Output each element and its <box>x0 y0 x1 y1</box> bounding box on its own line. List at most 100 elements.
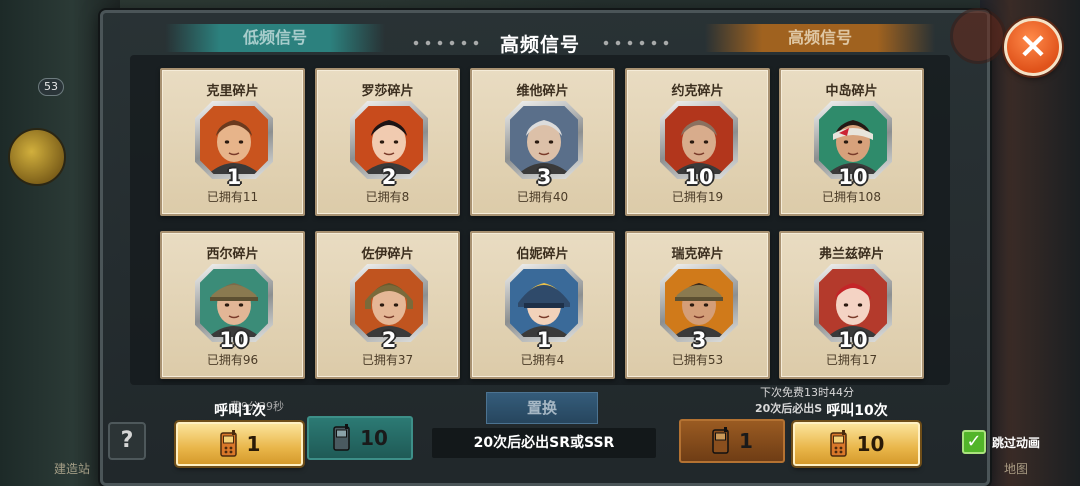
portrait-image <box>200 106 268 174</box>
background-call-once-button: 1 <box>679 419 785 463</box>
fragment-name: 约克碎片 <box>671 84 724 99</box>
fragment-quantity: 1 <box>226 165 242 189</box>
fragment-quantity: 10 <box>838 328 868 352</box>
portrait-art <box>355 269 423 337</box>
dialog-title: 高频信号 <box>499 34 580 56</box>
tab-low-frequency[interactable]: 低频信号 <box>165 24 385 52</box>
portrait-art <box>665 106 733 174</box>
coin-icon <box>8 128 66 186</box>
fragment-name: 佐伊碎片 <box>361 247 414 262</box>
portrait-art <box>200 269 268 337</box>
owned-count: 已拥有96 <box>206 353 259 367</box>
character-portrait: 10 <box>814 264 892 352</box>
call-once-cost: 1 <box>246 432 261 456</box>
character-portrait: 1 <box>505 264 583 352</box>
portrait-image <box>510 269 578 337</box>
fragment-card[interactable]: 西尔碎片 10 已拥有96 <box>160 231 305 379</box>
swap-button[interactable]: 置换 <box>486 392 598 424</box>
call-ten-label: 呼叫10次 <box>826 403 888 419</box>
free-timer: 下次免费13时44分 <box>760 386 854 399</box>
checkmark-icon[interactable]: ✓ <box>962 430 986 454</box>
fragment-card[interactable]: 佐伊碎片 2 已拥有37 <box>315 231 460 379</box>
background-call-once-cost: 1 <box>739 429 753 453</box>
fragment-card[interactable]: 约克碎片 10 已拥有19 <box>625 68 770 216</box>
title-dots-right <box>600 38 670 48</box>
fragment-quantity: 10 <box>684 165 714 189</box>
owned-count: 已拥有4 <box>520 353 565 367</box>
owned-count: 已拥有19 <box>671 190 724 204</box>
fragment-card[interactable]: 罗莎碎片 2 已拥有8 <box>315 68 460 216</box>
radio-phone-icon <box>712 427 729 454</box>
fragment-quantity: 1 <box>536 328 552 352</box>
fragment-quantity: 3 <box>691 328 707 352</box>
owned-count: 已拥有53 <box>671 353 724 367</box>
fragment-name: 中岛碎片 <box>825 84 878 99</box>
portrait-art <box>819 269 887 337</box>
portrait-art <box>510 106 578 174</box>
portrait-art <box>510 269 578 337</box>
background-call-ten-cost: 10 <box>360 426 388 450</box>
fragment-name: 瑞克碎片 <box>671 247 724 262</box>
fragment-card[interactable]: 维他碎片 3 已拥有40 <box>470 68 615 216</box>
character-portrait: 10 <box>814 101 892 189</box>
radio-phone-icon <box>829 430 847 457</box>
fragment-name: 西尔碎片 <box>206 247 259 262</box>
character-portrait: 10 <box>660 101 738 189</box>
reward-cards-grid: 克里碎片 1 已拥有11 罗莎碎片 2 已拥有8 维他碎片 3 已拥有40 约克碎片 10 已拥有19… <box>160 68 924 380</box>
radio-phone-icon <box>219 430 237 457</box>
fragment-quantity: 2 <box>381 165 397 189</box>
help-button[interactable]: ? <box>108 422 146 460</box>
fragment-card[interactable]: 弗兰兹碎片 10 已拥有17 <box>779 231 924 379</box>
skip-animation-toggle[interactable]: ✓ 跳过动画 <box>962 430 1040 454</box>
tab-high-frequency[interactable]: 高频信号 <box>705 24 935 52</box>
fragment-quantity: 10 <box>838 165 868 189</box>
skip-animation-label: 跳过动画 <box>992 435 1041 450</box>
dialog-title-bar: 高频信号 <box>410 24 670 62</box>
fragment-name: 克里碎片 <box>206 84 259 99</box>
portrait-art <box>665 269 733 337</box>
title-dots-left <box>410 38 480 48</box>
background-close-icon <box>950 8 1006 64</box>
owned-count: 已拥有108 <box>822 190 881 204</box>
fragment-quantity: 3 <box>536 165 552 189</box>
character-portrait: 3 <box>505 101 583 189</box>
radio-phone-icon <box>333 424 350 451</box>
owned-count: 已拥有17 <box>825 353 878 367</box>
portrait-image <box>819 269 887 337</box>
character-portrait: 2 <box>350 101 428 189</box>
call-ten-cost: 10 <box>856 432 885 456</box>
portrait-art <box>819 106 887 174</box>
owned-count: 已拥有37 <box>361 353 414 367</box>
owned-count: 已拥有11 <box>206 190 259 204</box>
call-ten-button[interactable]: 10 <box>793 422 920 466</box>
portrait-art <box>355 106 423 174</box>
background-left-label: 建造站 <box>54 462 91 476</box>
character-portrait: 2 <box>350 264 428 352</box>
fragment-card[interactable]: 克里碎片 1 已拥有11 <box>160 68 305 216</box>
fragment-card[interactable]: 中岛碎片 10 已拥有108 <box>779 68 924 216</box>
fragment-card[interactable]: 伯妮碎片 1 已拥有4 <box>470 231 615 379</box>
player-level-badge: 53 <box>38 78 64 96</box>
fragment-name: 弗兰兹碎片 <box>818 247 884 262</box>
portrait-image <box>200 269 268 337</box>
fragment-quantity: 10 <box>219 328 249 352</box>
portrait-image <box>355 106 423 174</box>
portrait-image <box>819 106 887 174</box>
fragment-quantity: 2 <box>381 328 397 352</box>
portrait-image <box>510 106 578 174</box>
owned-count: 已拥有8 <box>365 190 410 204</box>
fragment-card[interactable]: 瑞克碎片 3 已拥有53 <box>625 231 770 379</box>
portrait-image <box>665 106 733 174</box>
fragment-name: 维他碎片 <box>516 84 569 99</box>
call-once-button[interactable]: 1 <box>176 422 303 466</box>
close-button[interactable]: × <box>1004 18 1062 76</box>
background-call-ten-button: 10 <box>307 416 413 460</box>
character-portrait: 10 <box>195 264 273 352</box>
fragment-name: 罗莎碎片 <box>361 84 414 99</box>
portrait-image <box>665 269 733 337</box>
owned-count: 已拥有40 <box>516 190 569 204</box>
call-once-label: 呼叫1次 <box>214 403 266 419</box>
character-portrait: 3 <box>660 264 738 352</box>
portrait-image <box>355 269 423 337</box>
guarantee-notice: 20次后必出SR或SSR <box>432 428 656 458</box>
